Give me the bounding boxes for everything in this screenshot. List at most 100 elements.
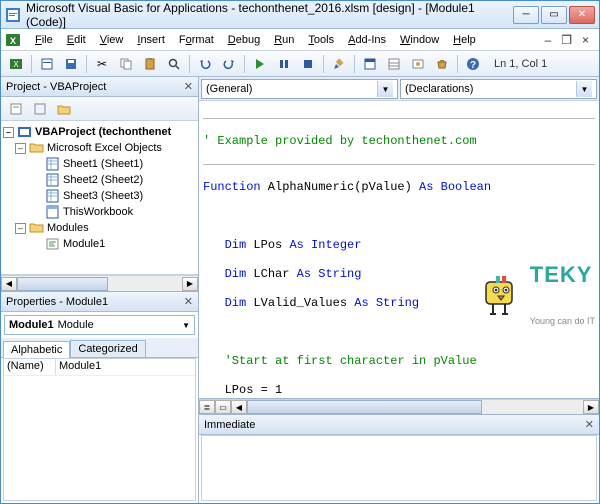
properties-grid[interactable]: (Name) Module1 (3, 358, 196, 501)
procedure-view-icon[interactable]: ≣ (199, 400, 215, 414)
run-button[interactable] (249, 53, 271, 75)
tree-sheet3[interactable]: Sheet3 (Sheet3) (3, 188, 196, 204)
tree-root[interactable]: – VBAProject (techonthenet (3, 124, 196, 140)
collapse-icon[interactable]: – (15, 223, 26, 234)
object-selector[interactable]: Module1 Module ▼ (4, 315, 195, 335)
menu-window[interactable]: Window (394, 32, 445, 48)
scroll-left-icon[interactable]: ◀ (231, 400, 247, 414)
design-mode-button[interactable] (328, 53, 350, 75)
app-window: Microsoft Visual Basic for Applications … (0, 0, 600, 504)
properties-button[interactable] (383, 53, 405, 75)
svg-text:X: X (10, 36, 16, 46)
sheet-icon (45, 189, 60, 203)
module-icon (45, 237, 60, 251)
tab-categorized[interactable]: Categorized (70, 340, 145, 357)
tab-alphabetic[interactable]: Alphabetic (3, 341, 70, 358)
scroll-thumb[interactable] (17, 277, 108, 291)
tree-module1[interactable]: Module1 (3, 236, 196, 252)
property-key: (Name) (4, 359, 56, 375)
save-button[interactable] (60, 53, 82, 75)
sheet-icon (45, 157, 60, 171)
view-excel-button[interactable]: X (5, 53, 27, 75)
menu-run[interactable]: Run (268, 32, 300, 48)
mdi-controls: – ❐ × (545, 33, 595, 47)
object-combo-value: (General) (206, 83, 252, 95)
cut-button[interactable]: ✂ (91, 53, 113, 75)
tree-thisworkbook[interactable]: ThisWorkbook (3, 204, 196, 220)
dropdown-icon[interactable]: ▼ (377, 81, 393, 97)
mdi-minimize[interactable]: – (545, 33, 552, 47)
menu-addins[interactable]: Add-Ins (342, 32, 392, 48)
find-button[interactable] (163, 53, 185, 75)
code-area-wrap: ' Example provided by techonthenet.com F… (199, 101, 599, 399)
menu-debug[interactable]: Debug (222, 32, 266, 48)
maximize-button[interactable]: ▭ (541, 6, 567, 24)
scroll-right-icon[interactable]: ▶ (182, 277, 198, 291)
paste-button[interactable] (139, 53, 161, 75)
collapse-icon[interactable]: – (15, 143, 26, 154)
dropdown-icon[interactable]: ▼ (576, 81, 592, 97)
property-row[interactable]: (Name) Module1 (4, 359, 195, 376)
scroll-right-icon[interactable]: ▶ (583, 400, 599, 414)
mdi-close[interactable]: × (582, 33, 589, 47)
tree-folder-modules[interactable]: – Modules (3, 220, 196, 236)
code-kw: As Boolean (419, 180, 491, 194)
menu-view[interactable]: View (94, 32, 130, 48)
scroll-thumb[interactable] (247, 400, 482, 414)
sep (457, 55, 458, 73)
project-panel-close[interactable]: ✕ (184, 80, 193, 93)
undo-button[interactable] (194, 53, 216, 75)
object-combo[interactable]: (General) ▼ (201, 79, 398, 99)
object-type: Module (58, 319, 94, 331)
tree-sheet1[interactable]: Sheet1 (Sheet1) (3, 156, 196, 172)
collapse-icon[interactable]: – (3, 127, 14, 138)
scroll-left-icon[interactable]: ◀ (1, 277, 17, 291)
menu-format[interactable]: Format (173, 32, 220, 48)
insert-button[interactable] (36, 53, 58, 75)
project-panel-title: Project - VBAProject ✕ (1, 77, 198, 97)
tree-item-label: Sheet1 (Sheet1) (63, 158, 143, 170)
code-hscroll[interactable]: ≣ ▭ ◀ ▶ (199, 399, 599, 415)
minimize-button[interactable]: ─ (513, 6, 539, 24)
reset-button[interactable] (297, 53, 319, 75)
menu-help[interactable]: Help (447, 32, 482, 48)
sep (31, 55, 32, 73)
project-explorer-button[interactable] (359, 53, 381, 75)
project-tree[interactable]: – VBAProject (techonthenet – Microsoft E… (1, 121, 198, 275)
code-kw: Dim (225, 238, 247, 252)
properties-close[interactable]: ✕ (184, 295, 193, 308)
menu-tools[interactable]: Tools (302, 32, 340, 48)
svg-text:X: X (13, 60, 19, 69)
menu-insert[interactable]: Insert (131, 32, 171, 48)
redo-button[interactable] (218, 53, 240, 75)
immediate-body[interactable] (201, 435, 597, 501)
help-button[interactable]: ? (462, 53, 484, 75)
tree-sheet2[interactable]: Sheet2 (Sheet2) (3, 172, 196, 188)
code-editor[interactable]: ' Example provided by techonthenet.com F… (199, 101, 599, 398)
folder-toggle-button[interactable] (53, 98, 75, 120)
object-browser-button[interactable] (407, 53, 429, 75)
break-button[interactable] (273, 53, 295, 75)
view-object-button[interactable] (29, 98, 51, 120)
property-value[interactable]: Module1 (56, 359, 195, 375)
sheet-icon (45, 173, 60, 187)
immediate-close[interactable]: ✕ (585, 418, 594, 431)
tree-hscroll[interactable]: ◀ ▶ (1, 275, 198, 291)
scroll-track[interactable] (247, 400, 583, 414)
menu-edit[interactable]: Edit (61, 32, 92, 48)
code-text: LChar (246, 267, 296, 281)
sep (323, 55, 324, 73)
menu-file[interactable]: File (29, 32, 59, 48)
folder-icon (29, 141, 44, 155)
mdi-restore[interactable]: ❐ (561, 33, 572, 47)
close-button[interactable]: ✕ (569, 6, 595, 24)
sep (189, 55, 190, 73)
view-code-button[interactable] (5, 98, 27, 120)
procedure-combo[interactable]: (Declarations) ▼ (400, 79, 597, 99)
full-module-view-icon[interactable]: ▭ (215, 400, 231, 414)
toolbox-button[interactable] (431, 53, 453, 75)
immediate-label: Immediate (204, 419, 255, 431)
scroll-track[interactable] (17, 277, 182, 291)
copy-button[interactable] (115, 53, 137, 75)
tree-folder-excel-objects[interactable]: – Microsoft Excel Objects (3, 140, 196, 156)
